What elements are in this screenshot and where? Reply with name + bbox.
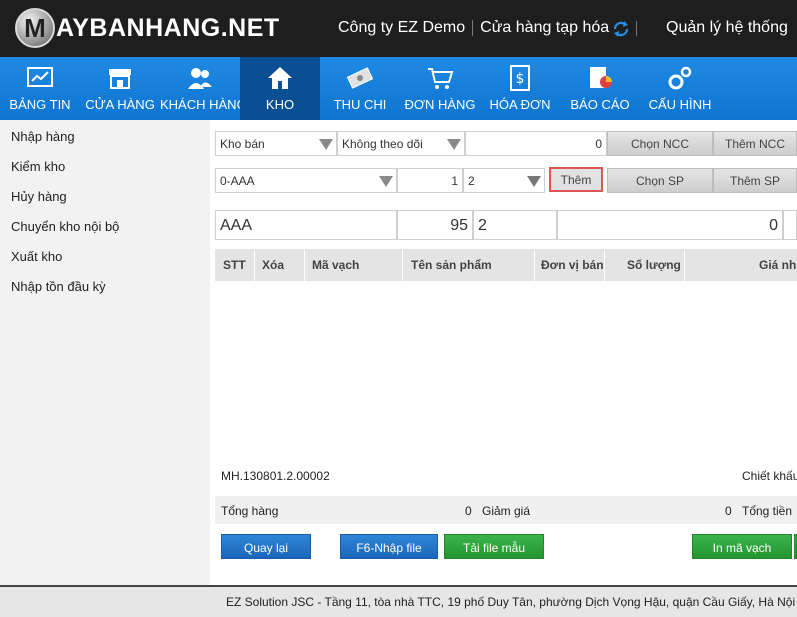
sidebar-item-opening-stock[interactable]: Nhập tồn đầu kỳ [11,279,106,294]
admin-link[interactable]: Quản lý hệ thống [666,19,788,37]
nav-label: CỬA HÀNG [85,97,155,112]
warehouse-icon [268,67,292,89]
column-barcode: Mã vạch [305,249,403,281]
download-template-button[interactable]: Tải file mẫu [444,534,544,559]
unit-select[interactable]: 2 [463,168,545,193]
product-quantity-field[interactable]: 95 [397,210,473,240]
total-money-label: Tổng tiền [742,504,793,518]
nav-label: HÓA ĐƠN [489,97,551,112]
dropdown-arrow-icon [379,176,393,187]
dropdown-arrow-icon [319,139,333,150]
supplier-input[interactable]: 0 [465,131,607,156]
footer-text: EZ Solution JSC - Tầng 11, tòa nhà TTC, … [226,595,796,609]
column-price: Giá nh [759,258,797,272]
sidebar-item-transfer[interactable]: Chuyển kho nội bộ [11,219,119,234]
product-unit-field[interactable]: 2 [473,210,557,240]
product-select[interactable]: 0-AAA [215,168,397,193]
dropdown-arrow-icon [447,139,461,150]
nav-label: BẢNG TIN [9,97,71,112]
tracking-value: Không theo dõi [342,137,423,151]
dropdown-arrow-icon [527,176,541,187]
product-value-field[interactable]: 0 [557,210,783,240]
nav-invoices[interactable]: $ HÓA ĐƠN [480,57,560,120]
footer: EZ Solution JSC - Tầng 11, tòa nhà TTC, … [0,585,797,617]
sidebar-item-stocktake[interactable]: Kiểm kho [11,159,65,174]
divider [636,21,637,36]
nav-label: KHO [265,97,295,112]
top-bar: M AYBANHANG.NET Công ty EZ Demo Cửa hàng… [0,0,797,57]
table-header: STT Xóa Mã vạch Tên sản phẩm Đơn vị bán … [215,249,797,281]
column-product-name: Tên sản phẩm [403,249,535,281]
sidebar-item-dispose[interactable]: Hủy hàng [11,189,67,204]
product-name-field[interactable]: AAA [215,210,397,240]
customers-icon [188,68,212,89]
nav-dashboard[interactable]: BẢNG TIN [0,57,80,120]
nav-customers[interactable]: KHÁCH HÀNG [160,57,247,120]
logo-letter: M [24,12,46,43]
reduction-label: Giảm giá [482,504,531,518]
reduction-value: 0 [725,504,732,518]
unit-value: 2 [468,174,475,188]
company-info: Công ty EZ Demo Cửa hàng tạp hóa [338,19,609,37]
back-button[interactable]: Quay lại [221,534,311,559]
nav-store[interactable]: CỬA HÀNG [80,57,160,120]
nav-label: CẤU HÌNH [648,97,712,112]
nav-label: BÁO CÁO [570,97,630,112]
product-select-value: 0-AAA [220,174,255,188]
document-code: MH.130801.2.00002 [221,469,330,483]
column-delete: Xóa [255,249,305,281]
column-stt: STT [215,249,255,281]
logo-text: AYBANHANG.NET [56,13,280,42]
tracking-select[interactable]: Không theo dõi [337,131,465,156]
total-goods-label: Tổng hàng [221,504,279,518]
sidebar-item-export[interactable]: Xuất kho [11,249,62,264]
money-icon [346,67,374,89]
extra-field[interactable] [783,210,797,240]
add-product-button[interactable]: Thêm SP [713,168,797,193]
quantity-input[interactable]: 1 [397,168,463,193]
store-name[interactable]: Cửa hàng tạp hóa [480,19,609,37]
svg-text:$: $ [516,71,525,87]
logo-badge: M [15,8,55,48]
divider [472,20,474,36]
print-barcode-button[interactable]: In mã vạch [692,534,792,559]
nav-orders[interactable]: ĐƠN HÀNG [400,57,480,120]
nav-cashflow[interactable]: THU CHI [320,57,400,120]
import-file-button[interactable]: F6-Nhập file [340,534,438,559]
nav-label: THU CHI [333,97,387,112]
add-button[interactable]: Thêm [549,167,603,192]
nav-warehouse[interactable]: KHO [240,57,320,120]
store-icon [109,69,131,89]
nav-label: ĐƠN HÀNG [404,97,476,112]
company-name[interactable]: Công ty EZ Demo [338,19,465,37]
sidebar: Nhập hàng Kiểm kho Hủy hàng Chuyển kho n… [0,120,210,585]
main-nav: BẢNG TIN CỬA HÀNG KHÁCH HÀNG KHO THU CHI… [0,57,797,120]
warehouse-value: Kho bán [220,137,265,151]
warehouse-select[interactable]: Kho bán [215,131,337,156]
choose-supplier-button[interactable]: Chọn NCC [607,131,713,156]
choose-product-button[interactable]: Chọn SP [607,168,713,193]
total-goods-value: 0 [465,504,472,518]
column-unit: Đơn vị bán [535,249,605,281]
nav-settings[interactable]: CẤU HÌNH [640,57,720,120]
report-icon [590,67,612,88]
dashboard-icon [27,67,53,87]
logo[interactable]: M AYBANHANG.NET [15,8,280,48]
invoice-icon: $ [510,65,530,91]
add-supplier-button[interactable]: Thêm NCC [713,131,797,156]
cart-icon [428,68,454,89]
column-quantity: Số lượng [605,249,685,281]
totals-bar: Tổng hàng 0 Giảm giá 0 Tổng tiền [215,496,797,524]
sidebar-item-import[interactable]: Nhập hàng [11,129,75,144]
nav-label: KHÁCH HÀNG [160,97,247,112]
sync-icon[interactable] [612,20,630,38]
settings-icon [668,66,692,90]
nav-reports[interactable]: BÁO CÁO [560,57,640,120]
discount-label: Chiết khấu [742,469,797,483]
